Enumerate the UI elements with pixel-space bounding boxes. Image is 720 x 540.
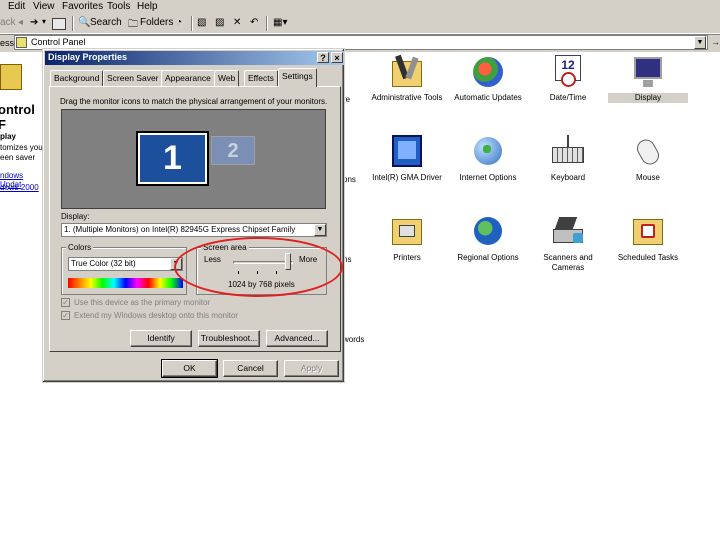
left-pane: ontrol F play tomizes you een saver ndow…: [0, 52, 44, 252]
toolbar-separator: [191, 16, 193, 31]
ok-button[interactable]: OK: [161, 359, 218, 378]
display-properties-dialog: Display Properties ? × Background Screen…: [42, 48, 345, 383]
intel-gma-driver-icon: [390, 135, 424, 169]
automatic-updates-item[interactable]: Automatic Updates: [448, 55, 528, 103]
intel-gma-driver-item[interactable]: Intel(R) GMA Driver: [367, 135, 447, 183]
forward-arrow-icon[interactable]: ➔: [30, 17, 38, 28]
menu-tools[interactable]: Tools: [107, 1, 130, 12]
extend-desktop-checkbox[interactable]: ✓: [61, 311, 70, 320]
keyboard-item[interactable]: Keyboard: [528, 135, 608, 183]
printer-folder-icon: [390, 215, 424, 249]
monitor-2-icon[interactable]: 2: [211, 136, 255, 165]
extend-desktop-label: Extend my Windows desktop onto this moni…: [74, 311, 239, 320]
menu-favorites[interactable]: Favorites: [62, 1, 103, 12]
menu-view[interactable]: View: [33, 1, 55, 12]
scheduled-tasks-icon: [631, 215, 665, 249]
colors-select[interactable]: True Color (32 bit) ▼: [68, 257, 183, 271]
automatic-updates-icon: [471, 55, 505, 89]
tab-web[interactable]: Web: [214, 70, 240, 86]
keyboard-icon: [551, 135, 585, 169]
address-label: ess: [0, 38, 15, 48]
monitor-arrangement-area: 1 2: [61, 109, 326, 209]
cancel-button[interactable]: Cancel: [223, 360, 278, 377]
history-icon[interactable]: ◔: [176, 17, 182, 28]
display-dropdown-icon[interactable]: ▼: [314, 224, 326, 236]
address-dropdown-icon[interactable]: ▼: [694, 36, 706, 49]
back-button[interactable]: ack: [0, 17, 16, 28]
advanced-button[interactable]: Advanced...: [266, 330, 328, 347]
internet-options-item[interactable]: Internet Options: [448, 135, 528, 183]
display-label: Display:: [61, 212, 90, 221]
undo-icon[interactable]: ↶: [250, 17, 258, 28]
toolbar: ack ◂ ➔ ▾ 🔍 Search 🗀 Folders ◔ ▧ ▨ ✕ ↶ ▦…: [0, 14, 720, 34]
colors-label: Colors: [66, 243, 94, 252]
toolbar-separator: [266, 16, 268, 31]
search-button[interactable]: Search: [90, 17, 122, 28]
mouse-item[interactable]: Mouse: [608, 135, 688, 183]
tab-settings[interactable]: Settings: [278, 68, 317, 87]
control-panel-large-icon: [0, 64, 22, 90]
tab-appearance[interactable]: Appearance: [161, 70, 215, 86]
troubleshoot-button[interactable]: Troubleshoot...: [198, 330, 260, 347]
address-value: Control Panel: [31, 37, 86, 47]
scanners-cameras-item[interactable]: Scanners and Cameras: [528, 215, 608, 273]
scheduled-tasks-item[interactable]: Scheduled Tasks: [608, 215, 688, 263]
regional-options-item[interactable]: Regional Options: [448, 215, 528, 263]
regional-globe-icon: [471, 215, 505, 249]
color-spectrum-bar: [68, 278, 183, 288]
go-arrow-icon[interactable]: →: [711, 37, 720, 47]
annotation-ellipse: [174, 237, 343, 297]
copy-to-icon[interactable]: ▨: [215, 17, 224, 28]
printers-item[interactable]: Printers: [367, 215, 447, 263]
menu-help[interactable]: Help: [137, 1, 158, 12]
monitor-1-icon[interactable]: 1: [136, 131, 209, 186]
folders-button[interactable]: Folders: [140, 17, 173, 28]
apply-button[interactable]: Apply: [284, 360, 339, 377]
help-button[interactable]: ?: [317, 52, 329, 63]
left-pane-desc-2: een saver: [0, 153, 36, 162]
partial-label: words: [343, 335, 365, 344]
left-pane-heading: play: [0, 132, 17, 141]
windows-2000-link[interactable]: dows 2000: [0, 183, 39, 192]
colors-select-value: True Color (32 bit): [71, 259, 136, 268]
views-icon[interactable]: ▦▾: [273, 17, 287, 28]
display-select-value: 1. (Multiple Monitors) on Intel(R) 82945…: [64, 225, 296, 234]
display-item[interactable]: Display: [608, 55, 688, 103]
dialog-titlebar[interactable]: Display Properties ? ×: [45, 51, 344, 65]
back-arrow-icon[interactable]: ◂: [18, 17, 23, 28]
administrative-tools-item[interactable]: Administrative Tools: [367, 54, 447, 103]
left-pane-title: ontrol F: [0, 102, 35, 132]
tab-screen-saver[interactable]: Screen Saver: [103, 70, 163, 86]
dialog-title: Display Properties: [48, 52, 128, 62]
control-panel-icon: [16, 37, 27, 48]
primary-monitor-checkbox[interactable]: ✓: [61, 298, 70, 307]
left-pane-desc-1: tomizes you: [0, 143, 43, 152]
date-time-item[interactable]: 12 Date/Time: [528, 55, 608, 103]
delete-icon[interactable]: ✕: [233, 17, 241, 28]
search-icon: 🔍: [78, 17, 91, 28]
menu-edit[interactable]: Edit: [8, 1, 25, 12]
display-select[interactable]: 1. (Multiple Monitors) on Intel(R) 82945…: [61, 223, 327, 237]
primary-monitor-label: Use this device as the primary monitor: [74, 298, 211, 307]
mouse-icon: [631, 135, 665, 169]
instruction-text: Drag the monitor icons to match the phys…: [60, 97, 328, 106]
toolbar-separator: [72, 16, 74, 31]
display-monitor-icon: [631, 55, 665, 89]
tab-background[interactable]: Background: [50, 70, 104, 86]
close-button[interactable]: ×: [331, 52, 343, 63]
calendar-clock-icon: 12: [551, 55, 585, 89]
folders-icon: 🗀: [128, 19, 138, 30]
menu-bar: Edit View Favorites Tools Help: [0, 0, 720, 14]
tab-effects[interactable]: Effects: [244, 70, 278, 86]
up-folder-icon[interactable]: [52, 18, 66, 30]
identify-button[interactable]: Identify: [130, 330, 192, 347]
forward-dropdown-icon[interactable]: ▾: [42, 17, 46, 26]
scanner-icon: [551, 215, 585, 249]
move-to-icon[interactable]: ▧: [197, 17, 206, 28]
globe-icon: [471, 135, 505, 169]
administrative-tools-icon: [390, 54, 424, 89]
